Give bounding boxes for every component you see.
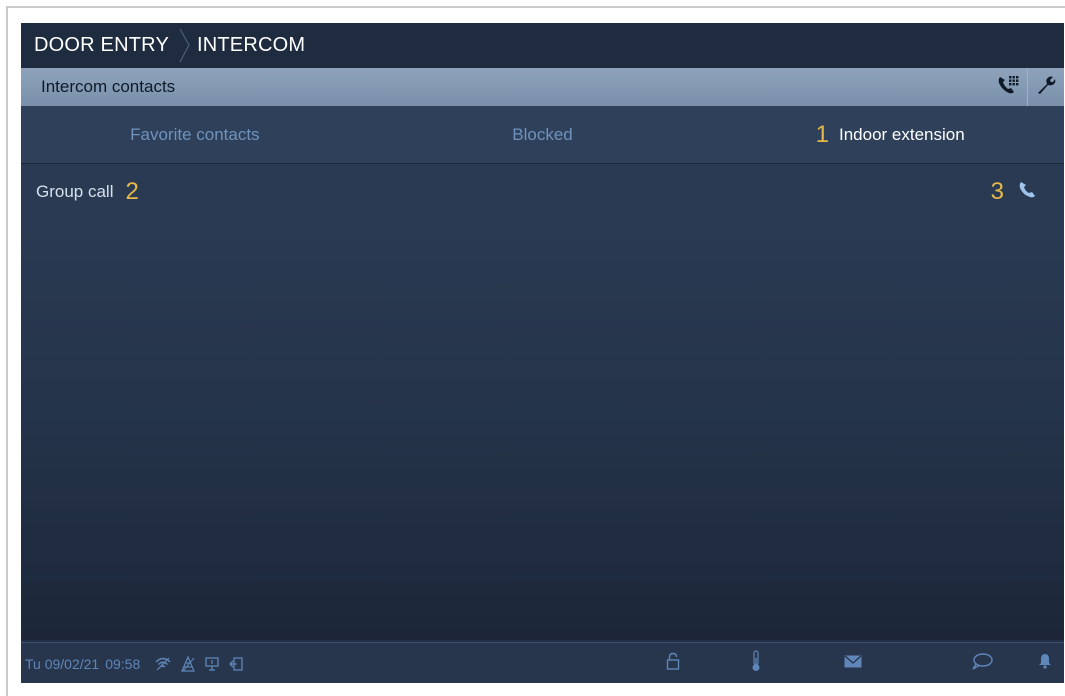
settings-button[interactable] [1027, 68, 1064, 106]
group-call-label: Group call [36, 182, 114, 201]
alarm-status[interactable] [1039, 643, 1051, 683]
thermometer-icon [751, 650, 761, 677]
temperature-status[interactable] [751, 643, 761, 683]
tab-favorite-contacts[interactable]: Favorite contacts [21, 106, 369, 163]
tab-label: Favorite contacts [130, 124, 260, 144]
status-datetime: Tu 09/02/21 09:58 [21, 656, 146, 672]
mail-icon [844, 654, 862, 673]
mail-status[interactable] [844, 643, 862, 683]
status-bar: Tu 09/02/21 09:58 [21, 642, 1064, 683]
section-header: Intercom contacts [21, 68, 1064, 106]
message-status[interactable] [971, 643, 993, 683]
dialpad-phone-icon [997, 74, 1021, 101]
tab-label: Blocked [512, 124, 573, 144]
breadcrumb: DOOR ENTRY INTERCOM [21, 23, 1064, 68]
callout-marker-2: 2 [125, 178, 139, 205]
phone-icon [1018, 181, 1036, 204]
exit-icon [228, 656, 244, 672]
lock-icon [666, 652, 680, 675]
tab-label: Indoor extension [839, 124, 965, 144]
section-title: Intercom contacts [41, 77, 176, 96]
monitor-icon [204, 656, 220, 672]
lock-status[interactable] [666, 643, 680, 683]
tab-indoor-extension[interactable]: 1 Indoor extension [716, 106, 1064, 163]
contacts-list-area [21, 220, 1064, 640]
dial-button[interactable] [991, 68, 1027, 106]
wrench-icon [1035, 74, 1057, 101]
chat-icon [971, 652, 993, 675]
breadcrumb-intercom[interactable]: INTERCOM [191, 23, 305, 68]
signal-icon [180, 655, 196, 672]
status-date: Tu 09/02/21 [25, 655, 100, 672]
wifi-icon [154, 656, 172, 672]
status-clock: 09:58 [105, 655, 141, 672]
contact-tabs: Favorite contacts Blocked 1 Indoor exten… [21, 106, 1064, 164]
breadcrumb-door-entry[interactable]: DOOR ENTRY [21, 23, 179, 68]
call-button[interactable] [1018, 181, 1036, 204]
bell-icon [1039, 653, 1051, 674]
tab-blocked[interactable]: Blocked [369, 106, 717, 163]
callout-marker-1: 1 [815, 120, 829, 148]
callout-marker-3: 3 [990, 178, 1004, 205]
group-call-row[interactable]: Group call 2 3 [21, 164, 1064, 220]
intercom-screen: DOOR ENTRY INTERCOM Intercom contacts Fa… [21, 23, 1064, 683]
breadcrumb-separator-icon [179, 23, 191, 68]
